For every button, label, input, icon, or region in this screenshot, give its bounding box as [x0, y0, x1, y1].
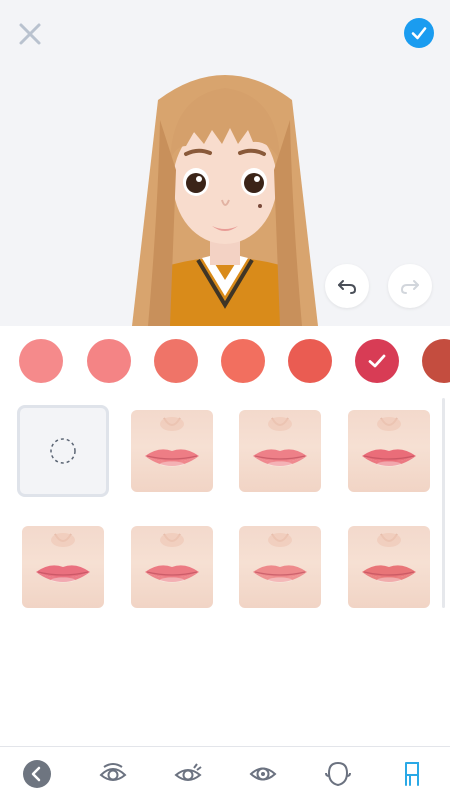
close-icon: [19, 23, 41, 45]
lip-style-option[interactable]: [22, 526, 104, 608]
lip-style-preview: [253, 417, 307, 467]
tab-back[interactable]: [20, 757, 54, 791]
dashed-circle-icon: [50, 438, 76, 464]
lip-style-option[interactable]: [131, 526, 213, 608]
redo-button[interactable]: [388, 264, 432, 308]
eye-color-icon: [249, 767, 277, 781]
eye-shape-icon: [99, 763, 127, 781]
lip-color-swatch[interactable]: [221, 339, 265, 383]
lip-style-option[interactable]: [131, 410, 213, 492]
avatar-figure: [132, 75, 318, 326]
close-button[interactable]: [16, 20, 44, 48]
tab-chair[interactable]: [395, 757, 429, 791]
lip-style-option[interactable]: [239, 526, 321, 608]
lip-color-swatch[interactable]: [288, 339, 332, 383]
lip-style-preview: [36, 533, 90, 583]
checkmark-icon: [368, 354, 386, 368]
eyelash-icon: [174, 763, 202, 781]
lip-color-swatch[interactable]: [19, 339, 63, 383]
lip-style-grid: [0, 396, 450, 736]
lip-style-option[interactable]: [348, 410, 430, 492]
undo-icon: [338, 280, 357, 294]
checkmark-icon: [411, 27, 427, 40]
lip-style-option[interactable]: [239, 410, 321, 492]
confirm-button[interactable]: [404, 18, 434, 48]
lip-style-preview: [253, 533, 307, 583]
lip-color-swatches: [0, 326, 450, 394]
tab-face-shape[interactable]: [321, 757, 355, 791]
lip-style-preview: [145, 533, 199, 583]
lip-color-swatch[interactable]: [154, 339, 198, 383]
avatar-preview: [0, 0, 450, 326]
lip-style-preview: [145, 417, 199, 467]
lip-style-preview: [362, 417, 416, 467]
tab-eyelash[interactable]: [171, 757, 205, 791]
face-shape-icon: [325, 761, 351, 787]
tab-eye-shape[interactable]: [96, 757, 130, 791]
lip-style-option[interactable]: [348, 526, 430, 608]
lip-color-swatch[interactable]: [422, 339, 450, 383]
chair-icon: [405, 762, 419, 786]
no-lipstick-option[interactable]: [17, 405, 109, 497]
bottom-tab-bar: [0, 746, 450, 801]
tab-eye-color[interactable]: [246, 757, 280, 791]
lip-color-swatch[interactable]: [355, 339, 399, 383]
back-icon: [23, 760, 51, 788]
undo-button[interactable]: [325, 264, 369, 308]
lip-style-preview: [362, 533, 416, 583]
redo-icon: [400, 280, 419, 294]
scrollbar[interactable]: [442, 398, 445, 608]
lip-color-swatch[interactable]: [87, 339, 131, 383]
